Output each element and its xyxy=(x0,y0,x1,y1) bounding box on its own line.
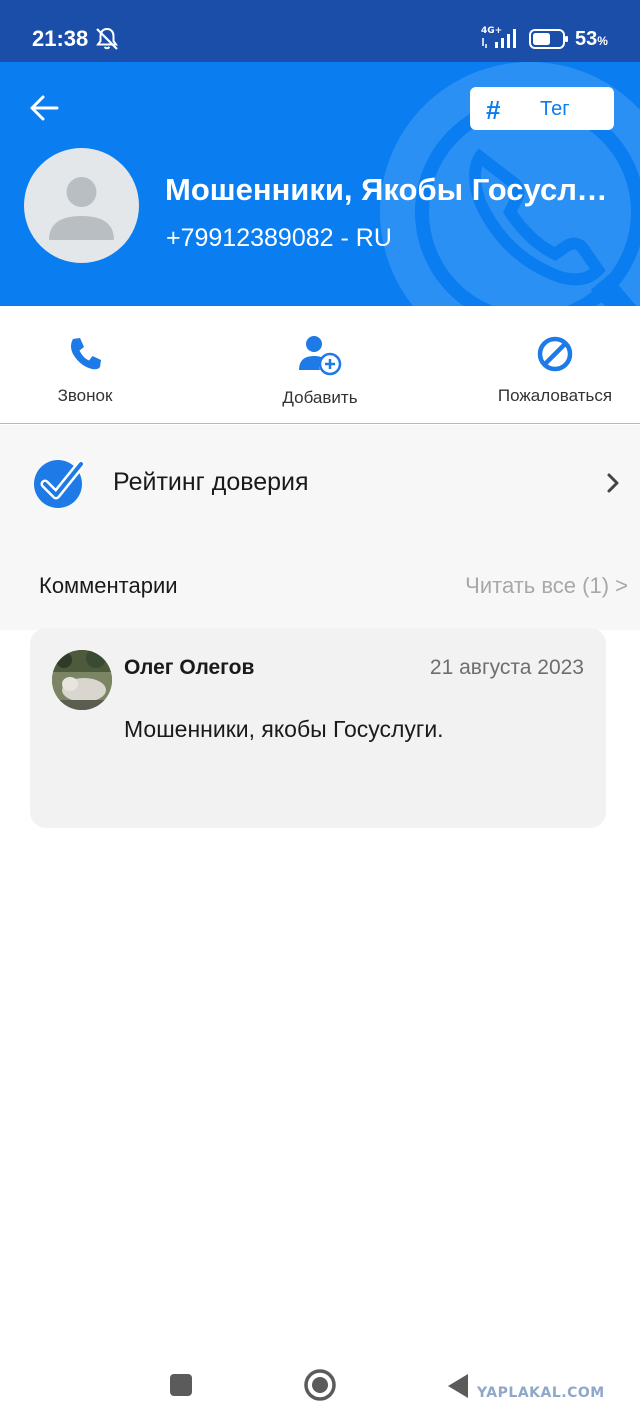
recents-square-icon[interactable] xyxy=(170,1374,192,1396)
person-placeholder-icon xyxy=(49,177,114,240)
signal-icon: 4G+ xyxy=(481,26,516,48)
block-icon xyxy=(537,336,573,372)
report-button[interactable]: Пожаловаться xyxy=(470,334,640,424)
battery-value: 53 xyxy=(575,28,598,50)
call-label: Звонок xyxy=(57,386,113,405)
add-user-icon xyxy=(299,336,342,376)
back-button[interactable] xyxy=(22,86,66,130)
battery-unit: % xyxy=(597,34,608,48)
add-contact-button[interactable]: Добавить xyxy=(235,334,405,424)
call-button[interactable]: Звонок xyxy=(0,334,170,424)
action-bar: Звонок Добавить Пожаловаться xyxy=(0,306,640,424)
bell-off-icon xyxy=(96,27,118,50)
network-type: 4G+ xyxy=(481,26,502,36)
report-label: Пожаловаться xyxy=(497,386,613,405)
arrow-left-icon xyxy=(30,95,59,121)
comment-card: Олег Олегов 21 августа 2023 Мошенники, я… xyxy=(30,628,606,828)
contact-header: # Тег Мошенники, Якобы Госуслуги +799123… xyxy=(0,62,640,306)
user-photo xyxy=(52,650,112,710)
home-circle-icon[interactable] xyxy=(303,1368,337,1402)
trust-rating-label: Рейтинг доверия xyxy=(113,468,309,496)
hash-icon: # xyxy=(486,95,501,125)
phone-icon xyxy=(71,338,101,370)
contact-avatar xyxy=(24,148,139,263)
tag-button[interactable]: # Тег xyxy=(470,87,614,130)
read-all-link[interactable]: Читать все (1) > xyxy=(465,573,628,599)
status-bar: 21:38 4G+ 53% xyxy=(0,0,640,62)
comment-author-avatar xyxy=(52,650,112,710)
check-shield-icon xyxy=(34,459,86,508)
status-time: 21:38 xyxy=(32,26,89,51)
comment-author: Олег Олегов xyxy=(124,656,255,679)
tag-button-label: Тег xyxy=(540,98,570,120)
chevron-right-icon xyxy=(607,473,619,493)
contact-name: Мошенники, Якобы Госуслуги xyxy=(165,172,610,207)
comments-title: Комментарии xyxy=(39,573,178,598)
site-watermark: YAPLAKAL.COM xyxy=(477,1385,605,1401)
trust-rating-row[interactable]: Рейтинг доверия xyxy=(0,425,640,540)
contact-phone: +79912389082 - RU xyxy=(166,224,392,252)
comment-text: Мошенники, якобы Госуслуги. xyxy=(124,716,444,742)
add-label: Добавить xyxy=(282,388,358,407)
comment-date: 21 августа 2023 xyxy=(429,656,584,679)
comments-header: Комментарии Читать все (1) > xyxy=(0,540,640,630)
battery-icon xyxy=(529,29,568,49)
battery-percent: 53% xyxy=(575,28,608,51)
back-triangle-icon[interactable] xyxy=(446,1372,470,1400)
system-nav-bar: YAPLAKAL.COM xyxy=(0,1350,640,1423)
